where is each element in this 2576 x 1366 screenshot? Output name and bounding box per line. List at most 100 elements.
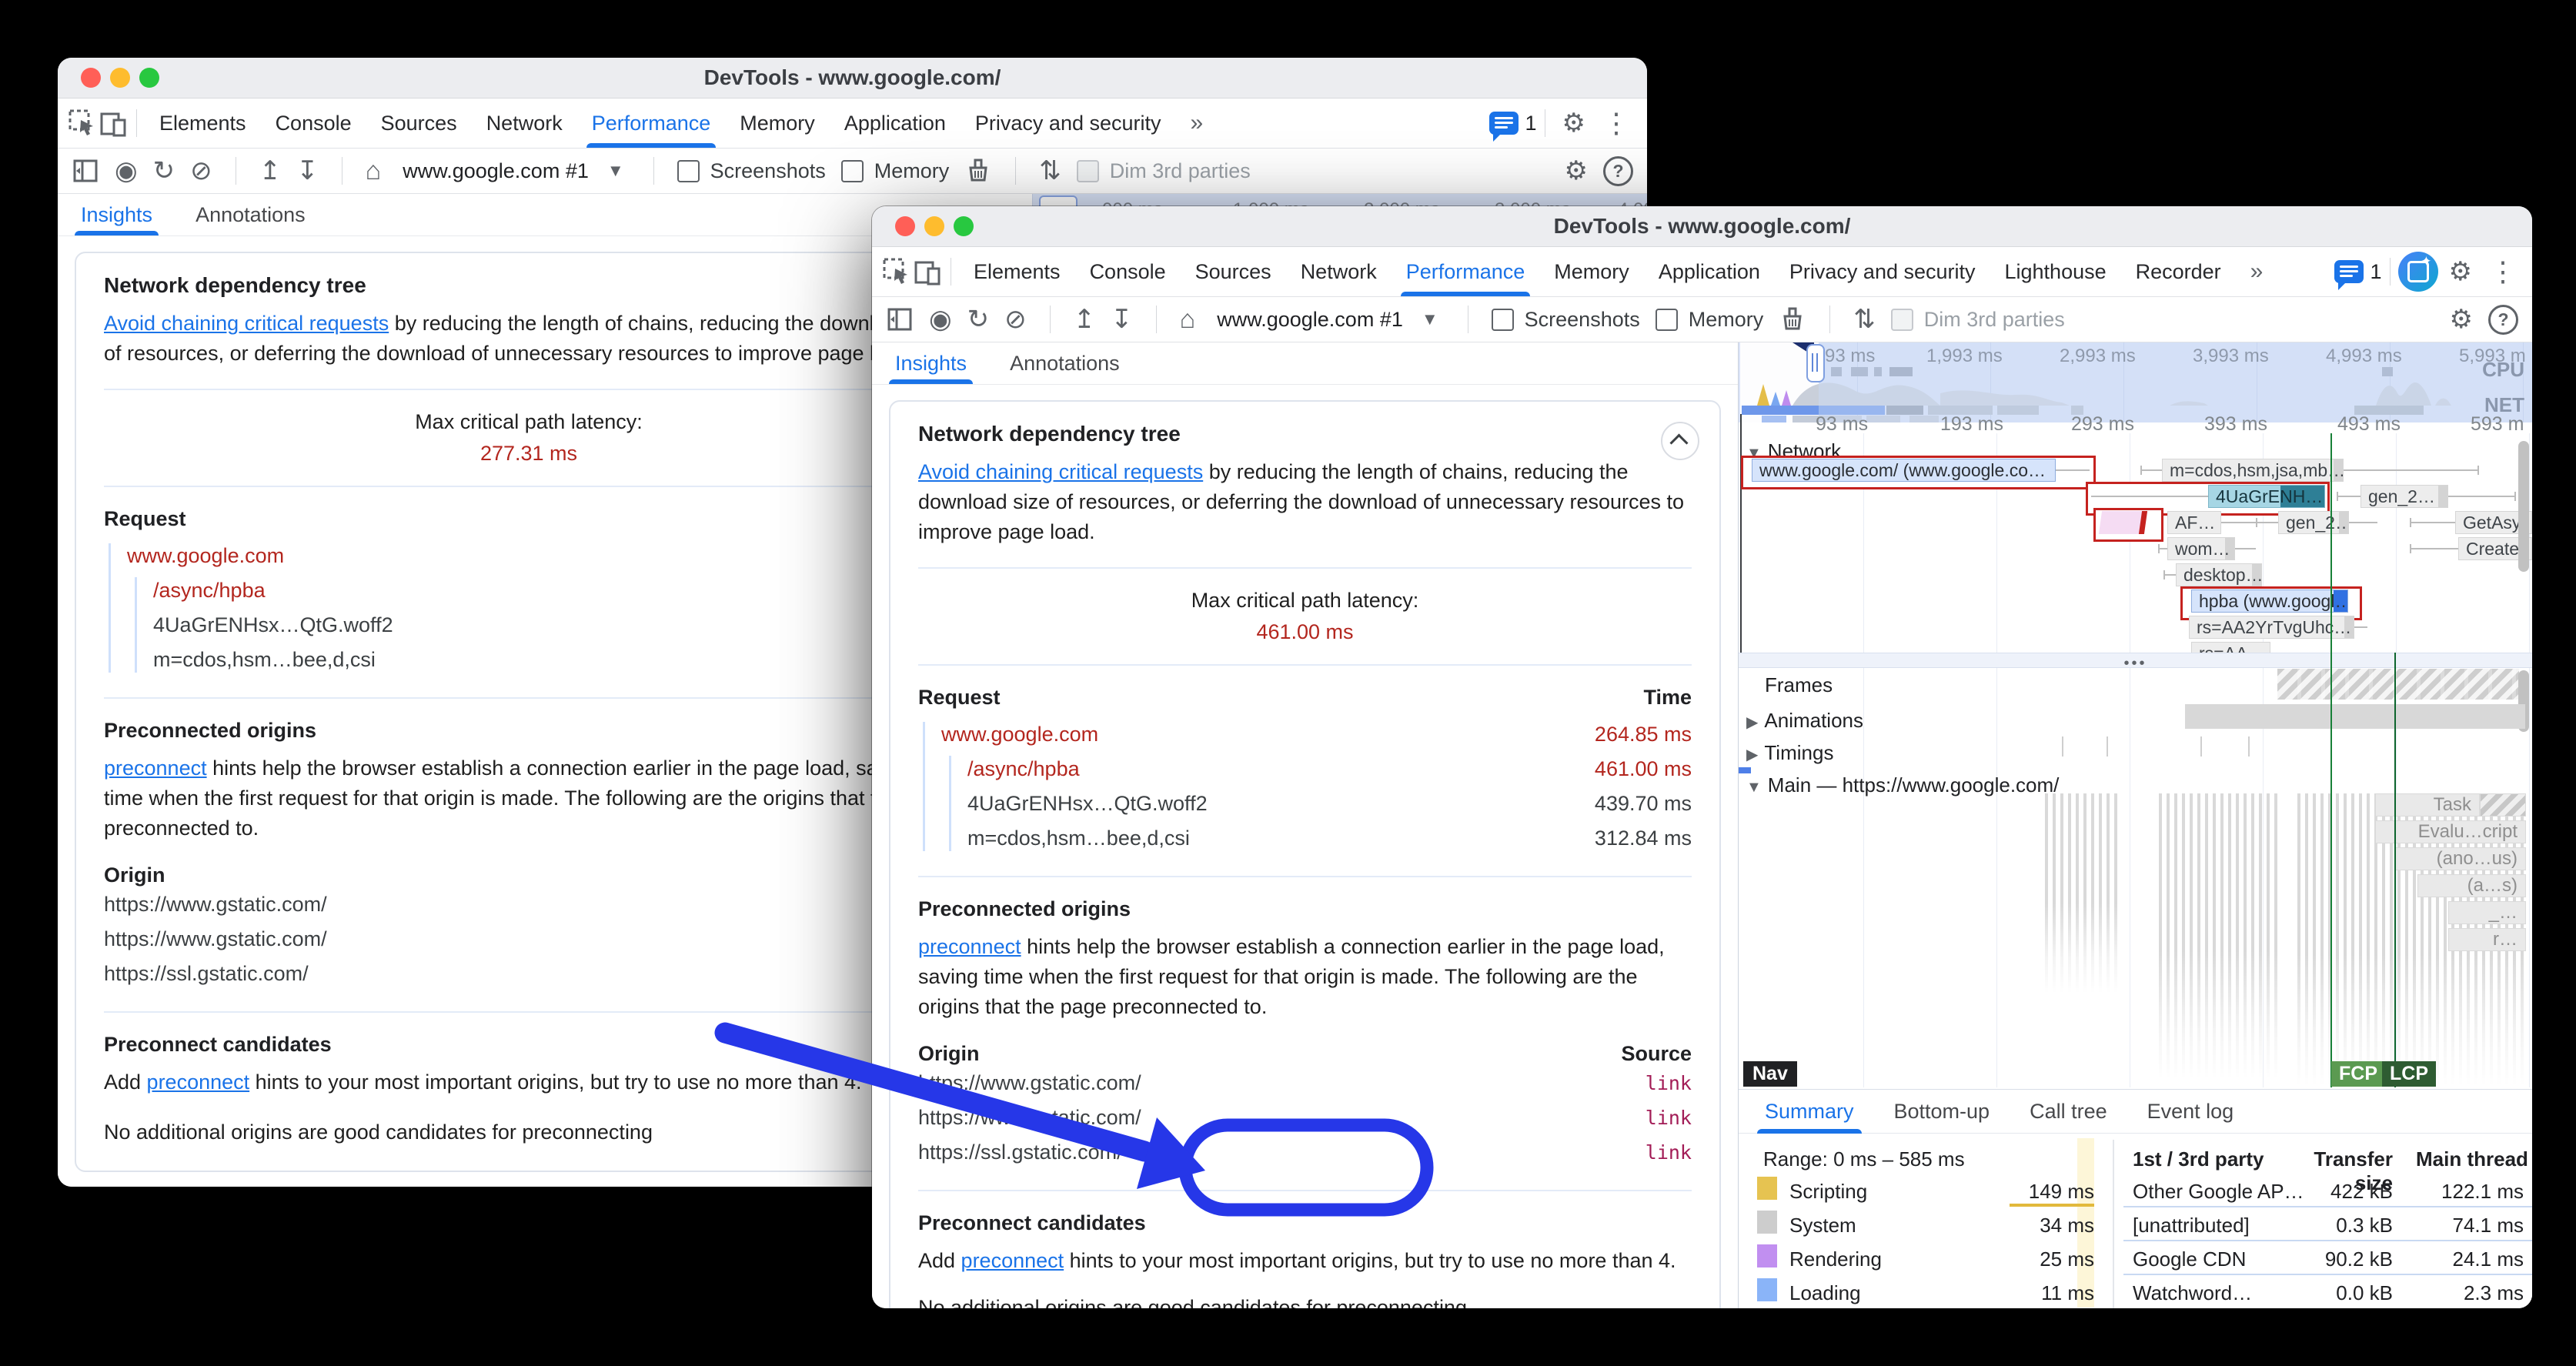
network-request-bar[interactable]: 4UaGrENH… — [2208, 485, 2325, 508]
network-request-bar[interactable]: rs=AA2YrTvgUhc… — [2189, 616, 2354, 639]
network-request-bar[interactable]: AF… — [2167, 511, 2221, 534]
nav-marker[interactable]: Nav — [1743, 1061, 1797, 1087]
tab-elements[interactable]: Elements — [145, 99, 261, 148]
table-header[interactable]: 1st / 3rd party — [2133, 1147, 2264, 1171]
preconnect-link[interactable]: preconnect — [147, 1070, 250, 1094]
screenshots-checkbox[interactable] — [677, 160, 700, 182]
more-tabs-icon[interactable]: » — [2236, 247, 2278, 296]
collapse-card-button[interactable] — [1661, 422, 1699, 460]
tab-call-tree[interactable]: Call tree — [2030, 1089, 2107, 1134]
clear-icon[interactable]: ⊘ — [1004, 306, 1027, 332]
request-row[interactable]: www.google.com — [104, 539, 954, 573]
garbage-collect-icon[interactable] — [964, 157, 992, 185]
timeline-minimap[interactable]: 93 ms 1,993 ms 2,993 ms 3,993 ms 4,993 m… — [1739, 342, 2532, 422]
more-options-icon[interactable]: ⋮ — [2489, 255, 2517, 288]
settings-gear-icon[interactable]: ⚙ — [1562, 110, 1585, 136]
tab-annotations[interactable]: Annotations — [1010, 342, 1120, 384]
network-request-bar[interactable]: wom… — [2167, 537, 2235, 560]
tab-insights[interactable]: Insights — [81, 194, 152, 235]
legend-value[interactable]: 11 ms — [2010, 1281, 2094, 1305]
more-options-icon[interactable]: ⋮ — [1602, 107, 1630, 139]
network-request-bar[interactable]: www.google.com/ (www.google.co… — [1752, 459, 2056, 482]
issues-icon[interactable] — [2334, 260, 2364, 283]
table-header[interactable]: Main thread tim — [2416, 1147, 2532, 1171]
legend-value[interactable]: 34 ms — [2010, 1214, 2094, 1237]
network-request-bar[interactable]: hpba (www.googl… — [2191, 589, 2348, 613]
network-request-bar[interactable]: gen_2… — [2278, 511, 2349, 534]
tab-performance[interactable]: Performance — [577, 99, 726, 148]
tab-console[interactable]: Console — [1075, 247, 1181, 296]
collapse-tracks-icon[interactable]: ⇅ — [1039, 158, 1061, 184]
clear-icon[interactable]: ⊘ — [190, 158, 212, 184]
tab-insights[interactable]: Insights — [895, 342, 967, 384]
inspect-icon[interactable] — [881, 256, 912, 287]
tab-annotations[interactable]: Annotations — [195, 194, 306, 235]
table-row-name[interactable]: Watchword… — [2133, 1281, 2252, 1305]
memory-checkbox[interactable] — [1656, 309, 1678, 331]
track-resize-handle[interactable]: ••• — [1739, 653, 2532, 668]
tab-elements[interactable]: Elements — [959, 247, 1075, 296]
window-titlebar[interactable]: DevTools - www.google.com/ — [872, 206, 2532, 247]
tab-memory[interactable]: Memory — [1539, 247, 1644, 296]
home-icon[interactable]: ⌂ — [366, 158, 382, 184]
avoid-chaining-link[interactable]: Avoid chaining critical requests — [918, 460, 1203, 483]
animations-track-label[interactable]: ▶Animations — [1746, 709, 1863, 733]
upload-profile-icon[interactable]: ↥ — [259, 158, 282, 184]
help-icon[interactable]: ? — [1603, 156, 1633, 186]
tab-lighthouse[interactable]: Lighthouse — [1990, 247, 2121, 296]
network-request-bar[interactable]: rs=AA… — [2191, 642, 2270, 653]
more-tabs-icon[interactable]: » — [1176, 99, 1218, 148]
legend-value[interactable]: 25 ms — [2010, 1247, 2094, 1271]
request-row[interactable]: www.google.com 264.85 ms — [918, 717, 1692, 752]
network-scrollbar[interactable] — [2518, 441, 2529, 572]
table-row-name[interactable]: Google CDN — [2133, 1247, 2246, 1271]
download-profile-icon[interactable]: ↧ — [296, 158, 319, 184]
screenshots-checkbox[interactable] — [1492, 309, 1514, 331]
window-titlebar[interactable]: DevTools - www.google.com/ — [58, 58, 1647, 99]
toggle-sidebar-icon[interactable] — [72, 157, 99, 185]
network-request-bar[interactable]: desktop… — [2176, 563, 2262, 586]
tab-recorder[interactable]: Recorder — [2121, 247, 2236, 296]
tab-network[interactable]: Network — [472, 99, 577, 148]
fcp-marker[interactable]: FCP — [2331, 1061, 2385, 1087]
memory-checkbox[interactable] — [841, 160, 864, 182]
tab-sources[interactable]: Sources — [1181, 247, 1286, 296]
dim-3rd-parties-checkbox[interactable] — [1077, 160, 1099, 182]
issues-icon[interactable] — [1489, 112, 1519, 135]
lcp-marker[interactable]: LCP — [2382, 1061, 2436, 1087]
request-row[interactable]: /async/hpba 461.00 ms — [918, 752, 1692, 787]
panel-settings-gear-icon[interactable]: ⚙ — [1565, 158, 1588, 184]
network-request-bar[interactable]: m=cdos,hsm,jsa,mb… — [2162, 459, 2344, 482]
dim-3rd-parties-checkbox[interactable] — [1891, 309, 1913, 331]
source-link[interactable]: link — [1645, 1066, 1692, 1100]
tab-sources[interactable]: Sources — [366, 99, 472, 148]
reload-record-icon[interactable]: ↻ — [967, 306, 990, 332]
target-select[interactable]: www.google.com #1 ▼ — [396, 159, 630, 183]
reload-record-icon[interactable]: ↻ — [153, 158, 175, 184]
table-row-name[interactable]: [unattributed] — [2133, 1214, 2250, 1237]
flame-async[interactable]: (a…s) — [2417, 874, 2526, 897]
home-icon[interactable]: ⌂ — [1180, 306, 1196, 332]
tab-event-log[interactable]: Event log — [2147, 1089, 2234, 1134]
flame-r[interactable]: r… — [2448, 928, 2526, 951]
device-toolbar-icon[interactable] — [98, 108, 129, 139]
upload-profile-icon[interactable]: ↥ — [1074, 306, 1096, 332]
source-link[interactable]: link — [1645, 1135, 1692, 1170]
minimize-button[interactable] — [110, 68, 130, 88]
tab-memory[interactable]: Memory — [725, 99, 830, 148]
frames-track-label[interactable]: Frames — [1765, 673, 1833, 697]
request-row[interactable]: /async/hpba — [104, 573, 954, 608]
download-profile-icon[interactable]: ↧ — [1111, 306, 1133, 332]
flame-task[interactable]: Task — [2375, 793, 2480, 817]
minimize-button[interactable] — [924, 216, 944, 236]
tab-bottom-up[interactable]: Bottom-up — [1894, 1089, 1990, 1134]
zoom-button[interactable] — [954, 216, 974, 236]
flame-anonymous[interactable]: (ano…us) — [2394, 847, 2526, 870]
tab-privacy-security[interactable]: Privacy and security — [961, 99, 1176, 148]
panel-settings-gear-icon[interactable]: ⚙ — [2450, 306, 2473, 332]
minimap-drag-handle[interactable] — [1806, 344, 1825, 382]
ai-assistant-icon[interactable] — [2398, 252, 2438, 292]
main-track-label[interactable]: ▼Main — https://www.google.com/ — [1746, 773, 2059, 797]
tab-application[interactable]: Application — [1644, 247, 1775, 296]
source-link[interactable]: link — [1645, 1100, 1692, 1135]
